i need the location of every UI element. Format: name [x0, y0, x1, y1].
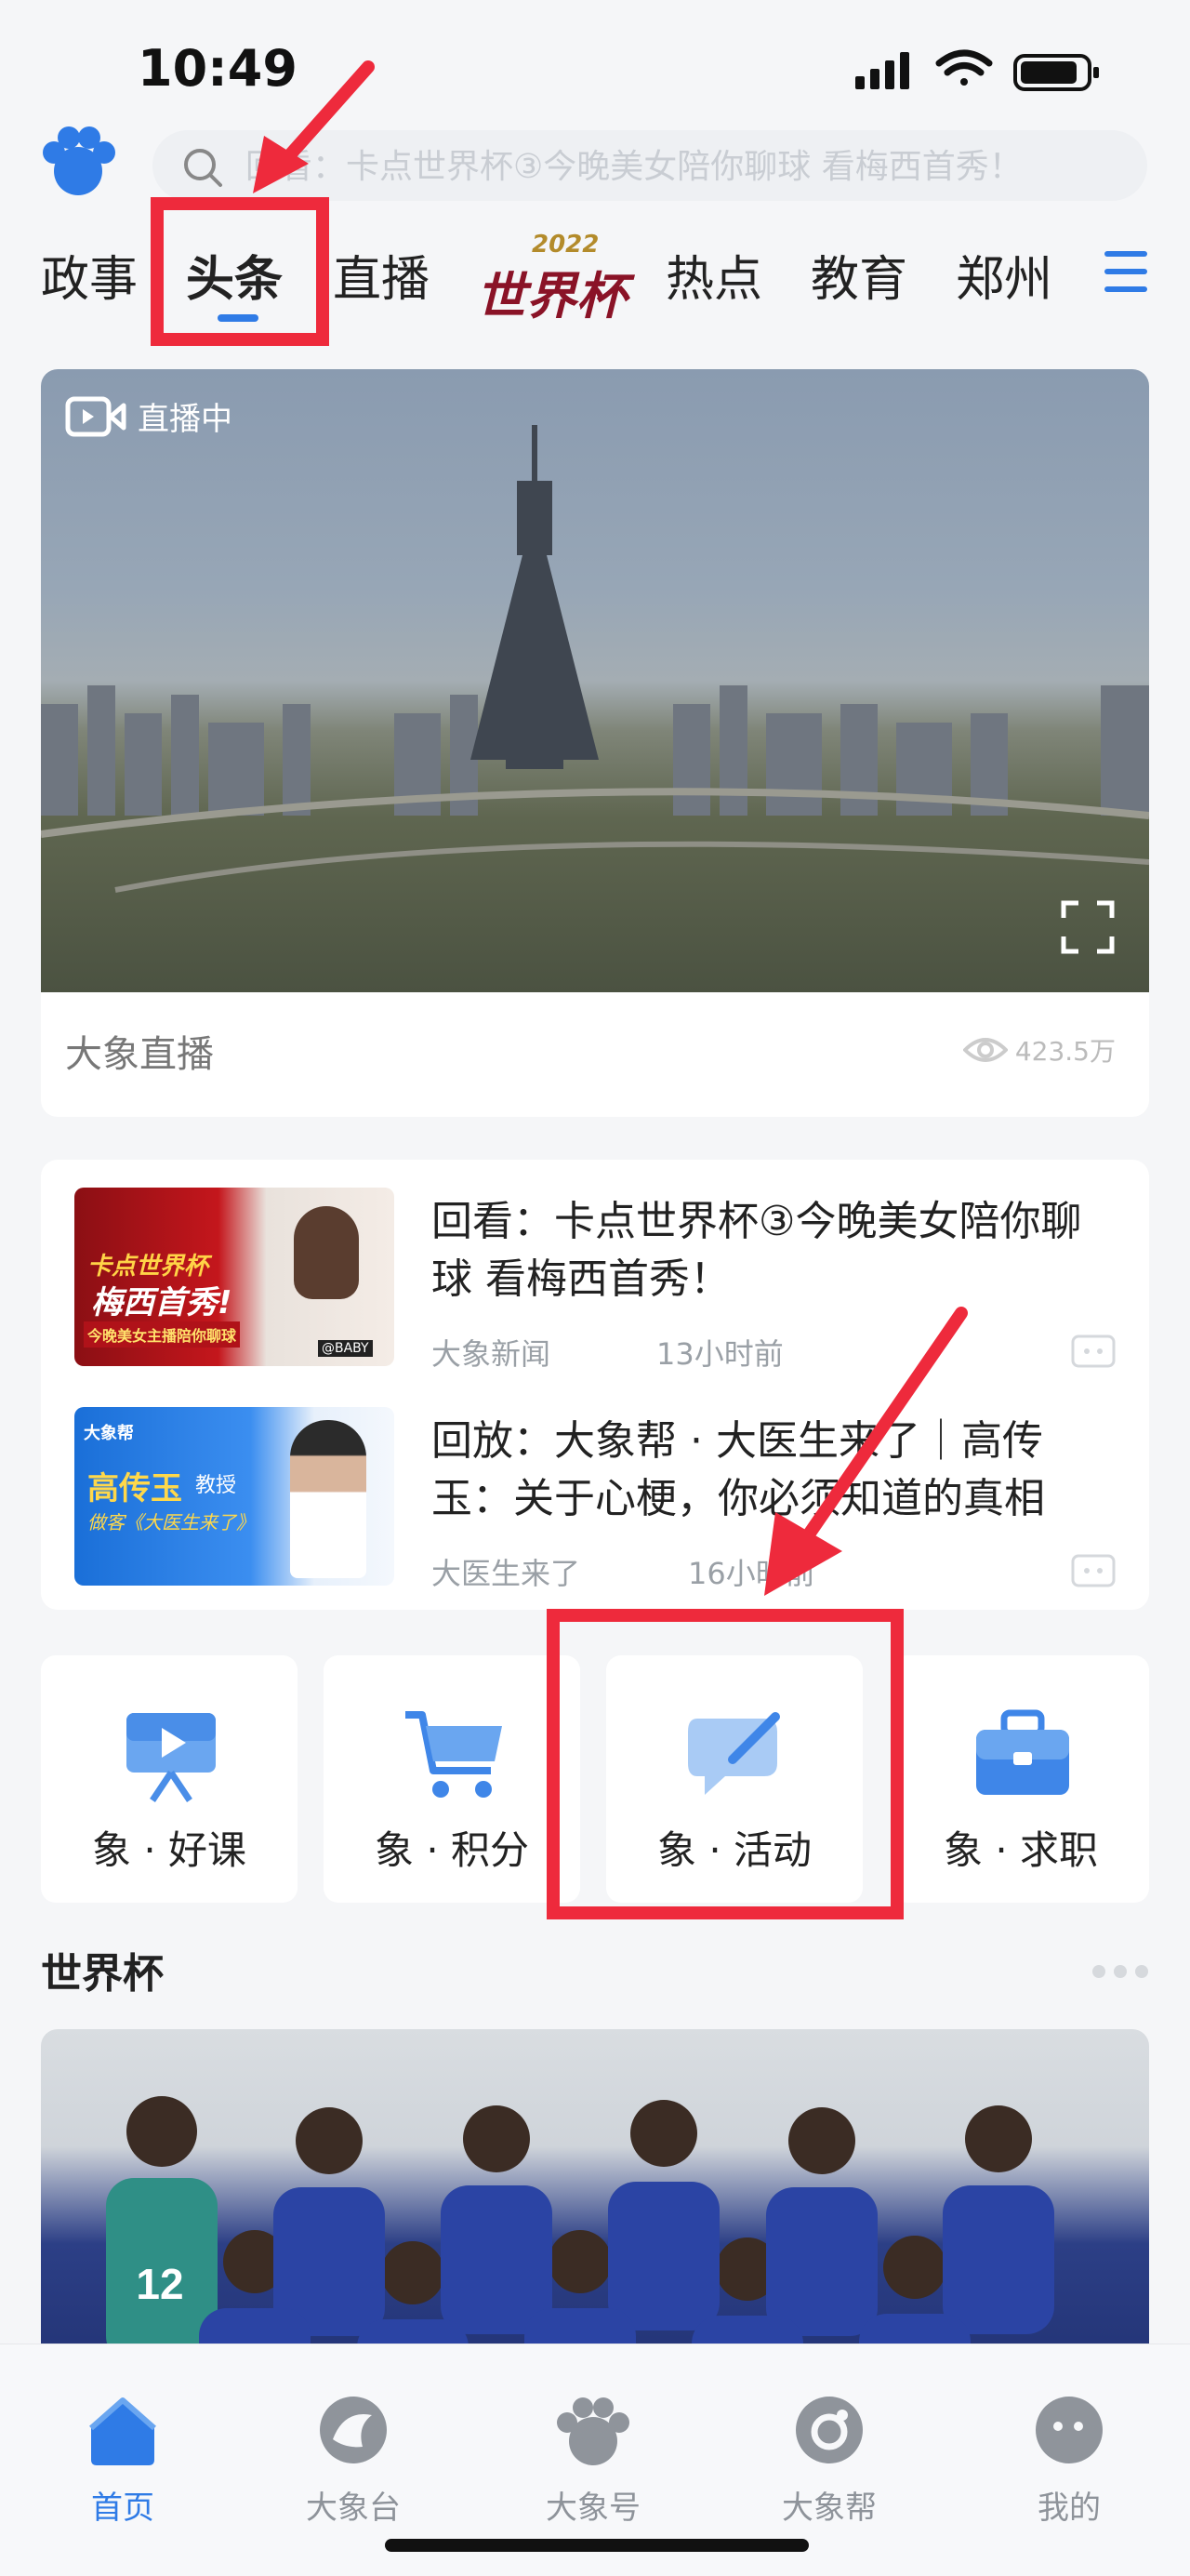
- tab-zhengzhou[interactable]: 郑州: [956, 240, 1052, 310]
- app-logo-paw-icon[interactable]: [41, 125, 115, 199]
- nav-label: 大象号: [546, 2490, 641, 2527]
- home-indicator: [385, 2539, 809, 2552]
- cart-icon: [405, 1711, 502, 1798]
- thumb-show: 做客《大医生来了》: [87, 1511, 255, 1534]
- thumb-role: 教授: [195, 1474, 237, 1497]
- live-video[interactable]: 直播中: [41, 369, 1149, 992]
- nav-daxianghao[interactable]: 大象号: [519, 2391, 668, 2528]
- news-thumbnail: 大象帮 高传玉 教授 做客《大医生来了》: [74, 1407, 394, 1586]
- live-views: 423.5万: [962, 1031, 1116, 1069]
- tab-world-cup-logo[interactable]: 2022 世界杯: [474, 231, 628, 325]
- nav-profile[interactable]: 我的: [995, 2391, 1144, 2528]
- status-bar: 10:49: [0, 0, 1190, 121]
- status-time: 10:49: [138, 39, 298, 98]
- annotation-box-tab: [151, 197, 329, 346]
- profile-icon: [1036, 2397, 1103, 2463]
- news-time: 13小时前: [656, 1336, 784, 1372]
- news-title: 回看：卡点世界杯③今晚美女陪你聊球 看梅西首秀！: [431, 1198, 1082, 1303]
- thumb-name: 高传玉: [87, 1470, 182, 1507]
- news-source: 大象新闻: [431, 1336, 551, 1372]
- more-options-icon[interactable]: [1071, 1334, 1116, 1368]
- news-time: 16小时前: [688, 1556, 815, 1591]
- list-item[interactable]: 大象帮 高传玉 教授 做客《大医生来了》 回放：大象帮 · 大医生来了｜高传玉：…: [74, 1407, 1116, 1593]
- presentation-icon: [126, 1713, 216, 1802]
- tab-redian[interactable]: 热点: [666, 240, 762, 310]
- city-skyline-image: [41, 425, 1149, 893]
- search-placeholder: 回看：卡点世界杯③今晚美女陪你聊球 看梅西首秀！: [245, 148, 1023, 186]
- tab-zhibo[interactable]: 直播: [333, 240, 430, 310]
- thumb-doctor: [290, 1420, 366, 1578]
- home-icon: [89, 2397, 156, 2465]
- news-list: 卡点世界杯 梅西首秀! 今晚美女主播陪你聊球 @BABY 回看：卡点世界杯③今晚…: [41, 1160, 1149, 1610]
- channel-menu-icon[interactable]: [1104, 251, 1147, 298]
- live-badge-label: 直播中: [138, 401, 232, 438]
- thumb-tag: @BABY: [318, 1340, 373, 1357]
- service-label: 象 · 求职: [943, 1827, 1099, 1873]
- service-hao-ke[interactable]: 象 · 好课: [41, 1655, 298, 1903]
- thumb-person: [294, 1206, 359, 1299]
- list-item[interactable]: 卡点世界杯 梅西首秀! 今晚美女主播陪你聊球 @BABY 回看：卡点世界杯③今晚…: [74, 1188, 1116, 1374]
- news-source: 大医生来了: [431, 1556, 581, 1591]
- eye-icon: [962, 1038, 1008, 1062]
- thumb-headline-2: 梅西首秀!: [91, 1284, 232, 1321]
- tv-icon: [320, 2397, 387, 2463]
- world-cup-logo-text: 世界杯: [476, 266, 627, 325]
- service-label: 象 · 积分: [374, 1827, 530, 1873]
- nav-label: 大象台: [306, 2490, 401, 2527]
- more-options-icon[interactable]: [1071, 1554, 1116, 1587]
- annotation-box-activity: [547, 1609, 904, 1919]
- battery-icon: [1013, 54, 1099, 91]
- section-title: 世界杯: [41, 1950, 164, 1998]
- nav-home[interactable]: 首页: [48, 2391, 197, 2528]
- news-title: 回放：大象帮 · 大医生来了｜高传玉：关于心梗，你必须知道的真相: [431, 1417, 1045, 1522]
- thumb-brand: 大象帮: [84, 1424, 134, 1443]
- help-icon: [796, 2397, 863, 2463]
- signal-icon: [855, 52, 909, 89]
- svg-text:12: 12: [136, 2260, 183, 2308]
- section-more-icon[interactable]: [1091, 1964, 1149, 1979]
- nav-daxiangtai[interactable]: 大象台: [279, 2391, 428, 2528]
- briefcase-icon: [976, 1709, 1069, 1795]
- video-camera-icon: [65, 396, 126, 436]
- search-bar[interactable]: 回看：卡点世界杯③今晚美女陪你聊球 看梅西首秀！: [152, 130, 1147, 201]
- news-thumbnail: 卡点世界杯 梅西首秀! 今晚美女主播陪你聊球 @BABY: [74, 1188, 394, 1366]
- service-qiu-zhi[interactable]: 象 · 求职: [892, 1655, 1149, 1903]
- wifi-icon: [935, 49, 993, 86]
- nav-daxiangbang[interactable]: 大象帮: [755, 2391, 904, 2528]
- nav-label: 首页: [91, 2490, 154, 2527]
- thumb-caption: 今晚美女主播陪你聊球: [84, 1321, 241, 1348]
- service-label: 象 · 好课: [91, 1827, 247, 1873]
- nav-label: 我的: [1038, 2490, 1101, 2527]
- service-ji-fen[interactable]: 象 · 积分: [324, 1655, 580, 1903]
- live-card[interactable]: 直播中 大象直播 423.5万: [41, 369, 1149, 1117]
- nav-label: 大象帮: [782, 2490, 877, 2527]
- tab-zhengshi[interactable]: 政事: [41, 240, 138, 310]
- fullscreen-icon[interactable]: [1060, 899, 1116, 955]
- live-badge: 直播中: [65, 393, 232, 439]
- search-icon: [184, 149, 222, 187]
- status-icons: [855, 49, 1099, 91]
- live-title: 大象直播: [65, 1033, 214, 1076]
- tab-jiaoyu[interactable]: 教育: [811, 240, 907, 310]
- paw-icon: [557, 2397, 629, 2465]
- live-views-count: 423.5万: [1014, 1036, 1116, 1067]
